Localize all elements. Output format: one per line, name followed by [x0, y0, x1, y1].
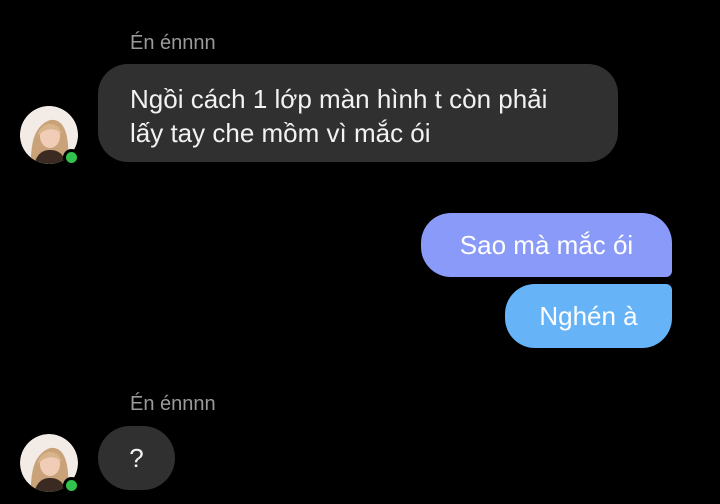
outgoing-message-bubble[interactable]: Sao mà mắc ói	[421, 213, 672, 277]
message-text-line: Ngồi cách 1 lớp màn hình t còn phải	[130, 84, 548, 114]
contact-avatar[interactable]	[20, 434, 80, 494]
message-text-line: lấy tay che mồm vì mắc ói	[130, 118, 431, 148]
contact-avatar[interactable]	[20, 106, 80, 166]
online-status-dot	[63, 477, 80, 494]
message-text: ?	[129, 443, 144, 473]
message-text: Sao mà mắc ói	[459, 230, 634, 260]
incoming-message-bubble[interactable]: Ngồi cách 1 lớp màn hình t còn phải lấy …	[98, 64, 618, 162]
message-text: Nghén à	[539, 301, 638, 331]
sender-name: Én énnnn	[130, 32, 216, 54]
incoming-message-bubble[interactable]: ?	[98, 426, 175, 490]
chat-thread: Én énnnn Ngồi cách 1 lớp màn hình t còn …	[0, 0, 720, 504]
online-status-dot	[63, 149, 80, 166]
outgoing-message-bubble[interactable]: Nghén à	[505, 284, 672, 348]
sender-name: Én énnnn	[130, 393, 216, 415]
